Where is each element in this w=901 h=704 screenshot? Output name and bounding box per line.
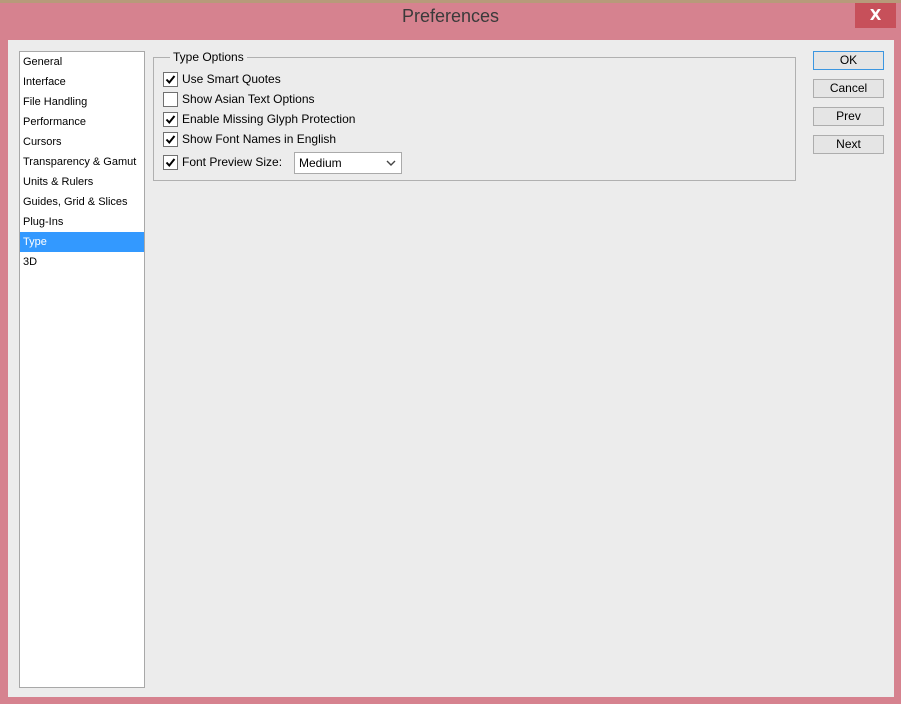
option-label: Show Asian Text Options: [182, 92, 315, 106]
checkbox-missing-glyph-protection[interactable]: [163, 111, 178, 127]
option-font-preview-size[interactable]: Font Preview Size:: [163, 153, 282, 171]
option-label: Enable Missing Glyph Protection: [182, 112, 356, 126]
sidebar-item-guides-grid-slices[interactable]: Guides, Grid & Slices: [20, 192, 144, 212]
font-preview-size-select[interactable]: Medium: [294, 152, 402, 174]
prev-button[interactable]: Prev: [813, 107, 884, 126]
sidebar-item-plug-ins[interactable]: Plug-Ins: [20, 212, 144, 232]
sidebar-item-interface[interactable]: Interface: [20, 72, 144, 92]
checkmark-icon: [165, 74, 176, 84]
checkbox-font-preview-size[interactable]: [163, 154, 178, 170]
group-legend: Type Options: [170, 50, 247, 64]
sidebar-item-transparency-gamut[interactable]: Transparency & Gamut: [20, 152, 144, 172]
close-button[interactable]: X: [855, 3, 896, 28]
select-value: Medium: [299, 156, 342, 170]
window-title: Preferences: [401, 6, 500, 26]
checkbox-font-names-english[interactable]: [163, 131, 178, 147]
sidebar-item-file-handling[interactable]: File Handling: [20, 92, 144, 112]
option-missing-glyph-protection[interactable]: Enable Missing Glyph Protection: [163, 110, 355, 128]
sidebar-item-performance[interactable]: Performance: [20, 112, 144, 132]
cancel-button[interactable]: Cancel: [813, 79, 884, 98]
sidebar-item-3d[interactable]: 3D: [20, 252, 144, 272]
next-button[interactable]: Next: [813, 135, 884, 154]
sidebar-item-general[interactable]: General: [20, 52, 144, 72]
window-top-edge: [0, 0, 901, 3]
sidebar-item-units-rulers[interactable]: Units & Rulers: [20, 172, 144, 192]
sidebar-item-type[interactable]: Type: [20, 232, 144, 252]
category-list[interactable]: General Interface File Handling Performa…: [19, 51, 145, 688]
option-use-smart-quotes[interactable]: Use Smart Quotes: [163, 70, 281, 88]
chevron-down-icon: [386, 160, 396, 166]
option-label: Show Font Names in English: [182, 132, 337, 146]
checkmark-icon: [165, 157, 176, 167]
option-show-asian-text[interactable]: Show Asian Text Options: [163, 90, 315, 108]
checkmark-icon: [165, 114, 176, 124]
option-label: Font Preview Size:: [182, 155, 283, 169]
type-options-group: Type Options Use Smart Quotes Show Asian…: [153, 50, 796, 181]
checkbox-use-smart-quotes[interactable]: [163, 71, 178, 87]
checkmark-icon: [165, 134, 176, 144]
ok-button[interactable]: OK: [813, 51, 884, 70]
option-label: Use Smart Quotes: [182, 72, 281, 86]
sidebar-item-cursors[interactable]: Cursors: [20, 132, 144, 152]
checkbox-show-asian-text[interactable]: [163, 91, 178, 107]
dialog-client: General Interface File Handling Performa…: [8, 40, 894, 697]
option-font-names-english[interactable]: Show Font Names in English: [163, 130, 336, 148]
